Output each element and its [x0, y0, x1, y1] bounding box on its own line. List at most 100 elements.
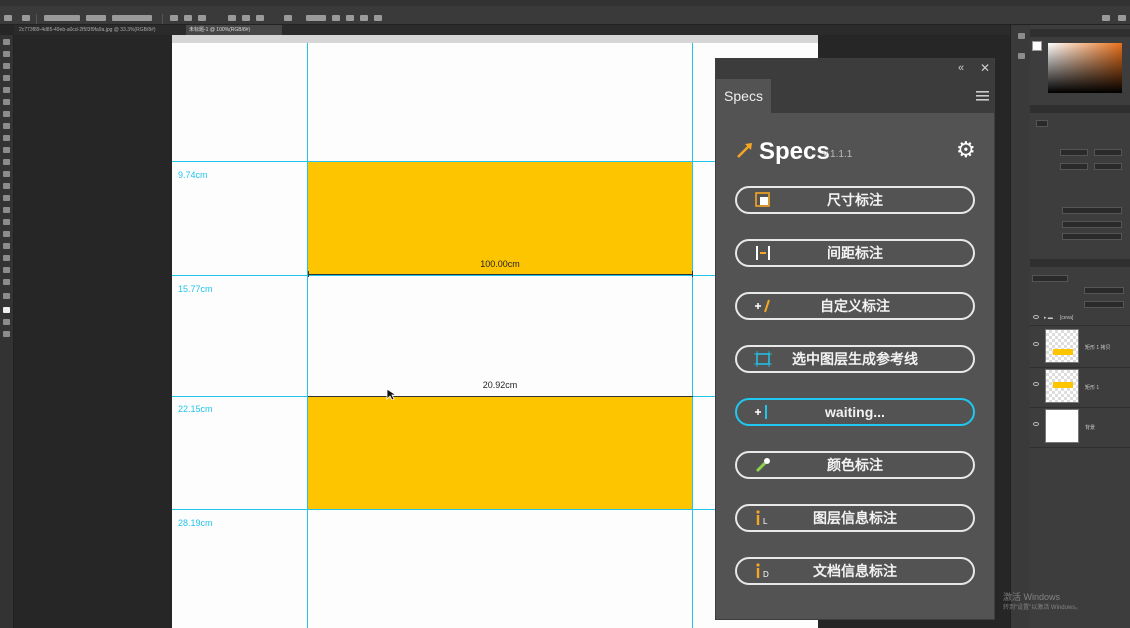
layer-type-icon — [1036, 120, 1048, 127]
foreground-color-swatch[interactable] — [3, 307, 10, 313]
layer-row[interactable]: 矩形 1 — [1030, 367, 1130, 408]
layer-row[interactable]: 背景 — [1030, 407, 1130, 448]
path-select-tool-icon[interactable] — [3, 243, 10, 249]
tab-document-2[interactable]: 未标题-1 @ 100%(RGB/8#) — [186, 25, 282, 35]
eraser-tool-icon[interactable] — [3, 171, 10, 177]
divider — [36, 14, 37, 24]
width-field[interactable] — [1060, 149, 1088, 156]
brush-tool-icon[interactable] — [3, 135, 10, 141]
tab-document-1[interactable]: 2c773f89-4d85-49eb-a0cd-2f5f3f9fa9a.jpg … — [16, 25, 187, 35]
layer-info-button[interactable]: L 图层信息标注 — [735, 504, 975, 532]
rectangle-layer-top[interactable] — [308, 161, 693, 275]
vertical-guide[interactable] — [692, 43, 693, 628]
settings-gear-icon[interactable]: ⚙ — [956, 137, 976, 163]
layer-name: 矩形 1 拷贝 — [1085, 345, 1111, 351]
blend-dropdown[interactable] — [1062, 233, 1122, 240]
x-field[interactable] — [1094, 149, 1122, 156]
layer-group-row[interactable]: ▸ ▬ [ceva] — [1030, 311, 1130, 326]
color-annotation-button[interactable]: 颜色标注 — [735, 451, 975, 479]
spacing-annotation-button[interactable]: 间距标注 — [735, 239, 975, 267]
layers-panel-tabs[interactable] — [1030, 259, 1130, 267]
waiting-button[interactable]: waiting... — [735, 398, 975, 426]
button-label: 文档信息标注 — [813, 563, 897, 579]
marquee-tool-icon[interactable] — [3, 51, 10, 57]
collapse-icon[interactable]: « — [958, 62, 964, 74]
search-icon[interactable] — [1102, 15, 1110, 21]
rectangle-layer-bottom[interactable] — [308, 396, 693, 509]
eyedropper-tool-icon[interactable] — [3, 111, 10, 117]
align-right-icon[interactable] — [198, 15, 206, 21]
distribute-icon[interactable] — [242, 15, 250, 21]
panel-menu-icon[interactable] — [976, 91, 990, 101]
shape-tool-icon[interactable] — [3, 255, 10, 261]
custom-annotation-button[interactable]: 自定义标注 — [735, 292, 975, 320]
align-left-icon[interactable] — [170, 15, 178, 21]
workspace-icon[interactable] — [1118, 15, 1126, 21]
3d-pan-icon[interactable] — [360, 15, 368, 21]
layer-thumbnail — [1045, 369, 1079, 403]
quick-select-tool-icon[interactable] — [3, 75, 10, 81]
color-panel-tabs[interactable] — [1030, 29, 1130, 37]
opacity-field[interactable] — [1084, 287, 1124, 294]
3d-mode-label — [306, 15, 326, 21]
tab-specs[interactable]: Specs — [716, 79, 771, 113]
move-tool-icon[interactable] — [3, 39, 10, 45]
gradient-tool-icon[interactable] — [3, 183, 10, 189]
foreground-color-swatch[interactable] — [1032, 41, 1042, 51]
button-label: waiting... — [825, 404, 885, 420]
fill-opacity-field[interactable] — [1084, 301, 1124, 308]
home-icon[interactable] — [4, 15, 12, 21]
auto-select-checkbox[interactable] — [44, 15, 80, 21]
3d-slide-icon[interactable] — [374, 15, 382, 21]
gap-measure-label: 20.92cm — [482, 380, 518, 390]
history-panel-icon[interactable] — [1018, 33, 1025, 39]
layer-thumbnail — [1045, 329, 1079, 363]
guides-from-layer-button[interactable]: 选中图层生成参考线 — [735, 345, 975, 373]
blur-tool-icon[interactable] — [3, 195, 10, 201]
more-icon[interactable] — [284, 15, 292, 21]
lasso-tool-icon[interactable] — [3, 63, 10, 69]
history-brush-tool-icon[interactable] — [3, 159, 10, 165]
type-tool-icon[interactable] — [3, 231, 10, 237]
3d-rotate-icon[interactable] — [332, 15, 340, 21]
pen-tool-icon[interactable] — [3, 219, 10, 225]
healing-tool-icon[interactable] — [3, 123, 10, 129]
hand-tool-icon[interactable] — [3, 267, 10, 273]
size-annotation-button[interactable]: 尺寸标注 — [735, 186, 975, 214]
document-info-button[interactable]: D 文档信息标注 — [735, 557, 975, 585]
stamp-tool-icon[interactable] — [3, 147, 10, 153]
stroke-dropdown[interactable] — [1062, 221, 1122, 228]
color-picker-field[interactable] — [1048, 43, 1122, 93]
screen-mode-icon[interactable] — [3, 331, 10, 337]
zoom-tool-icon[interactable] — [3, 279, 10, 285]
y-field[interactable] — [1094, 163, 1122, 170]
visibility-eye-icon[interactable] — [1033, 382, 1039, 386]
more-tools-icon[interactable] — [3, 293, 10, 299]
info-panel-icon[interactable] — [1018, 53, 1025, 59]
vertical-guide[interactable] — [307, 43, 308, 628]
align-center-icon[interactable] — [184, 15, 192, 21]
panel-header: « ✕ — [716, 59, 994, 79]
layer-filter-dropdown[interactable] — [1032, 275, 1068, 282]
layer-select-dropdown[interactable] — [86, 15, 106, 21]
height-field[interactable] — [1060, 163, 1088, 170]
distribute-icon[interactable] — [256, 15, 264, 21]
dodge-tool-icon[interactable] — [3, 207, 10, 213]
quick-mask-icon[interactable] — [3, 319, 10, 325]
crop-tool-icon[interactable] — [3, 87, 10, 93]
fill-dropdown[interactable] — [1062, 207, 1122, 214]
3d-roll-icon[interactable] — [346, 15, 354, 21]
frame-tool-icon[interactable] — [3, 99, 10, 105]
distribute-icon[interactable] — [228, 15, 236, 21]
measure-tick — [308, 271, 309, 277]
visibility-eye-icon[interactable] — [1033, 315, 1039, 319]
close-icon[interactable]: ✕ — [980, 61, 990, 75]
show-transform-checkbox[interactable] — [112, 15, 152, 21]
move-tool-icon[interactable] — [22, 15, 30, 21]
properties-panel-tabs[interactable] — [1030, 105, 1130, 113]
layer-row[interactable]: 矩形 1 拷贝 — [1030, 327, 1130, 368]
gap-measure-line — [308, 396, 693, 397]
button-label: 间距标注 — [827, 245, 883, 261]
visibility-eye-icon[interactable] — [1033, 422, 1039, 426]
visibility-eye-icon[interactable] — [1033, 342, 1039, 346]
